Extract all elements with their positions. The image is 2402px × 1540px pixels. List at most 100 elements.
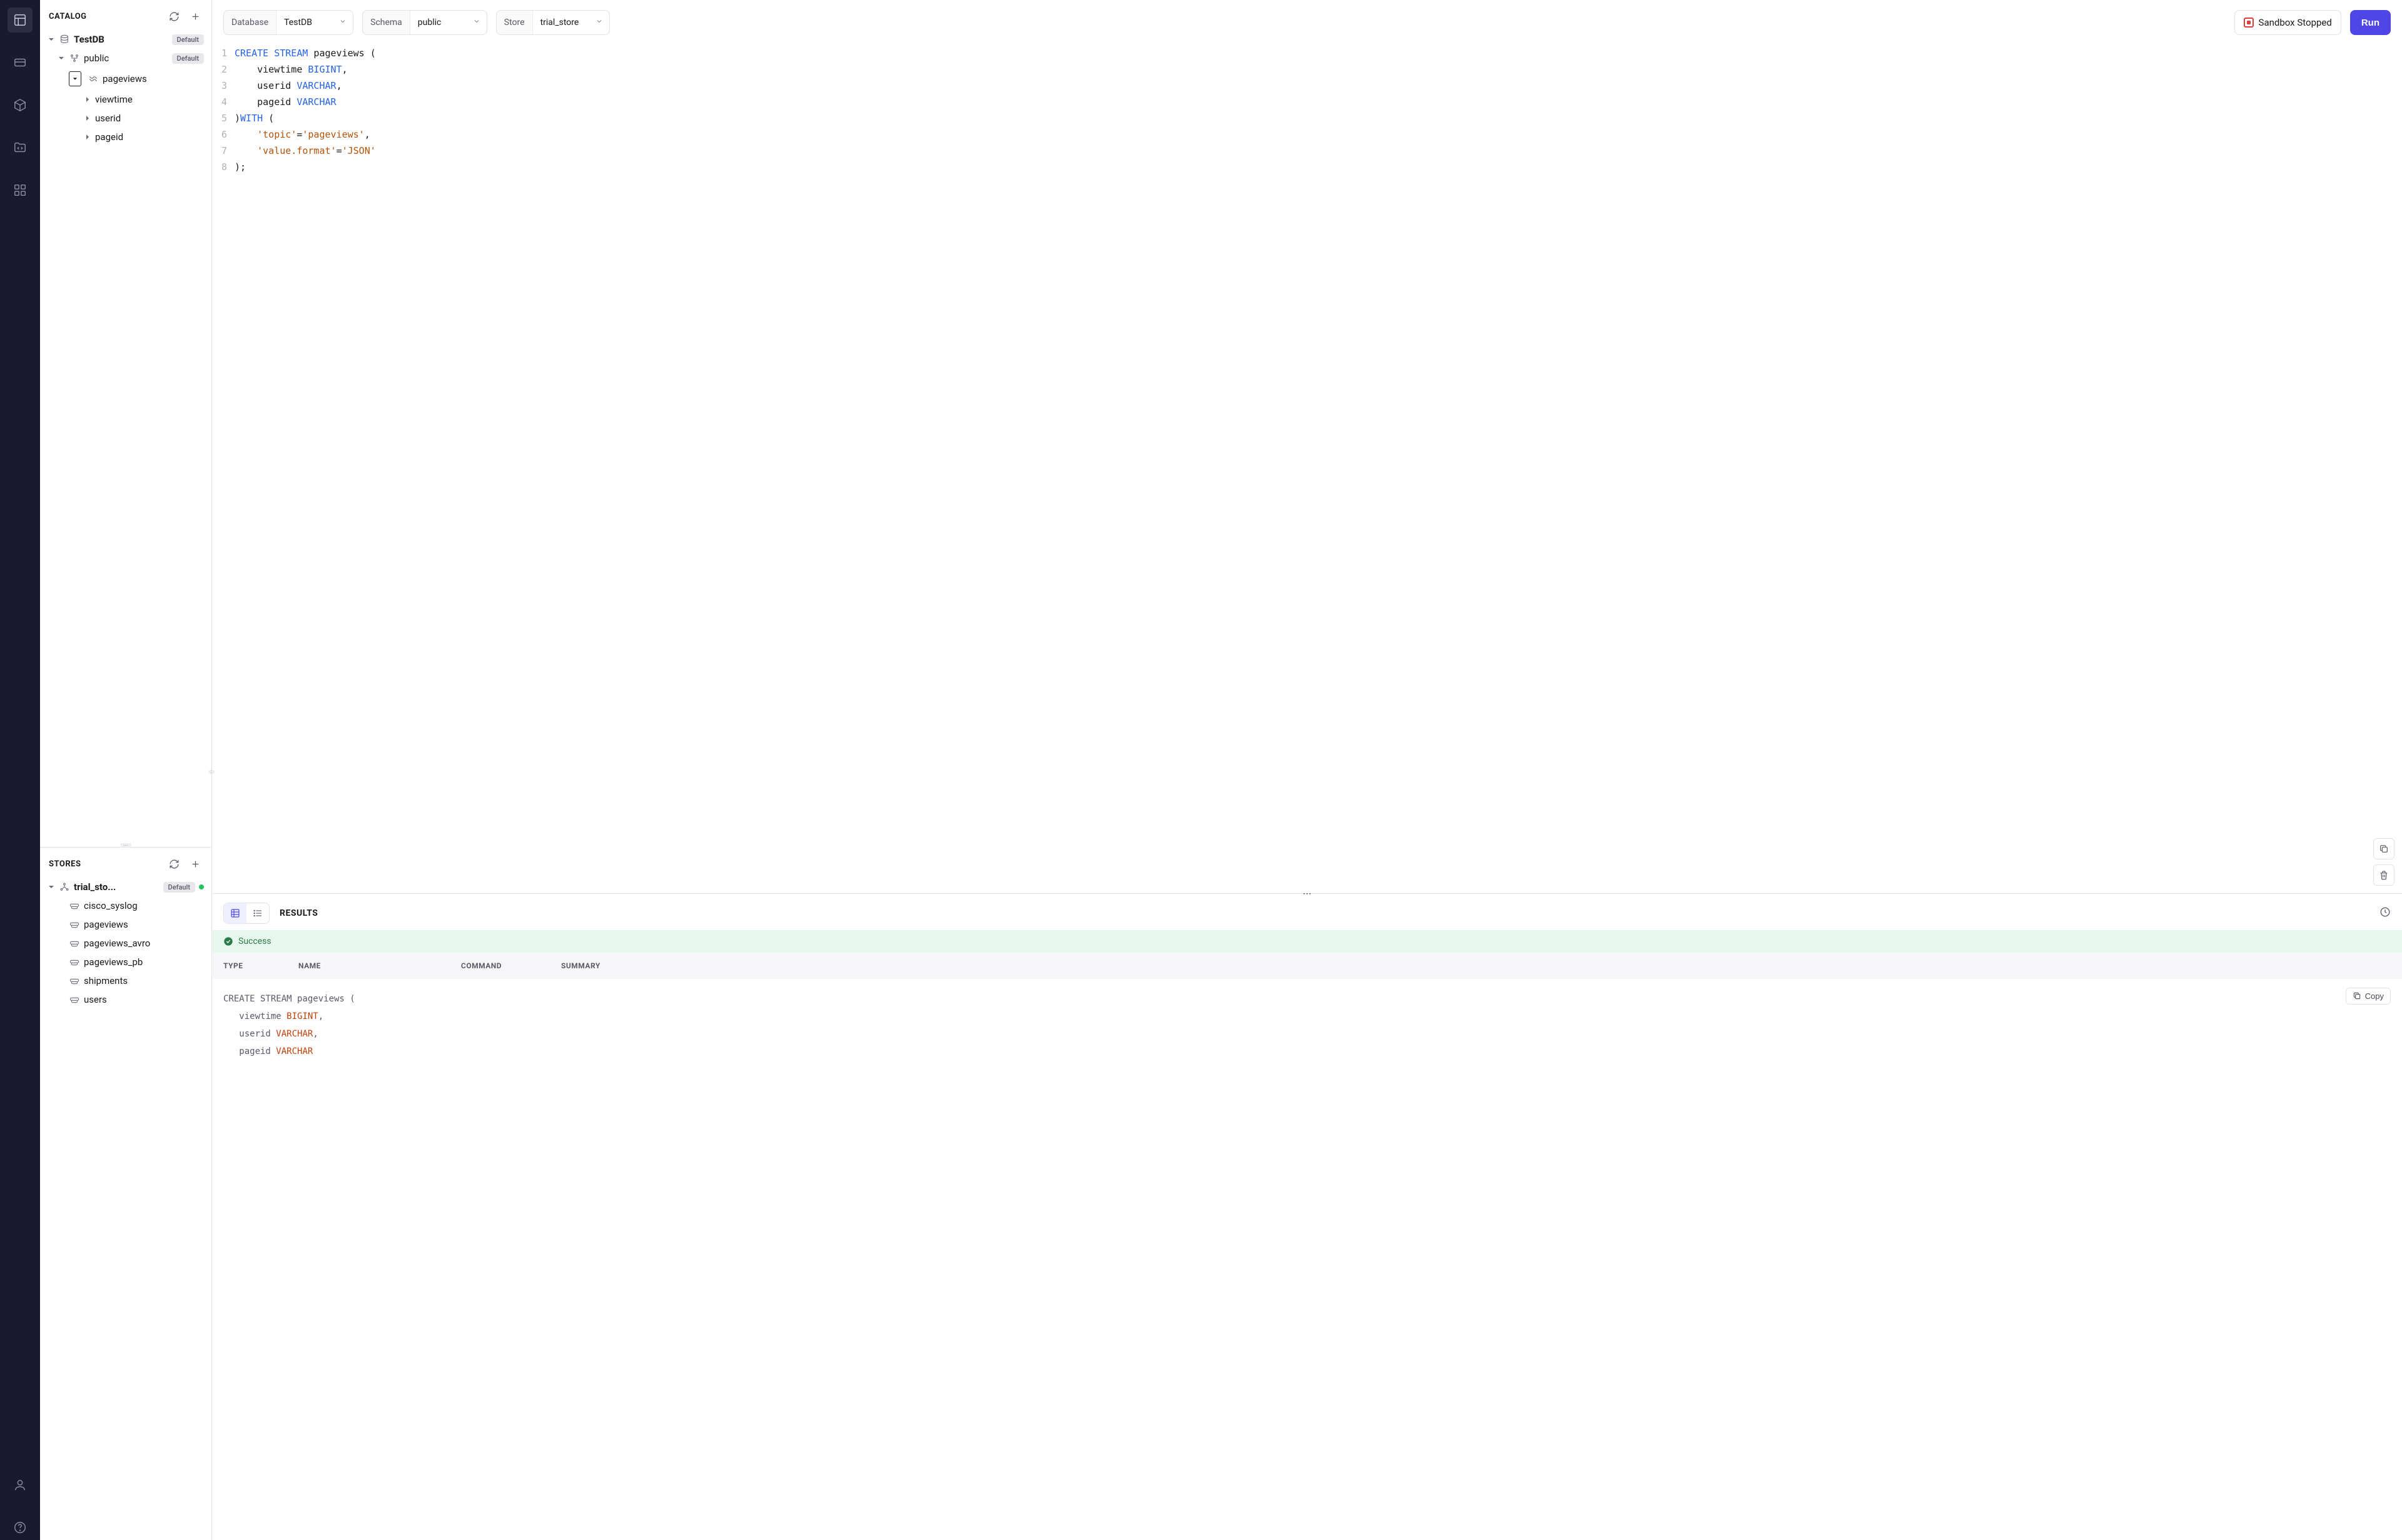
stream-name: pageviews xyxy=(103,73,147,84)
topic-icon xyxy=(69,975,80,986)
catalog-refresh-icon[interactable] xyxy=(166,9,181,24)
toolbar: Database TestDB Schema public Store tria… xyxy=(212,0,2402,43)
main-area: Database TestDB Schema public Store tria… xyxy=(212,0,2402,1540)
store-selector[interactable]: Store trial_store xyxy=(496,10,610,35)
tree-topic[interactable]: users xyxy=(44,990,208,1009)
table-view-icon[interactable] xyxy=(224,903,246,923)
topic-name: cisco_syslog xyxy=(84,900,138,911)
selector-label: Store xyxy=(497,11,533,34)
column-name: pageid xyxy=(95,131,123,143)
catalog-add-icon[interactable] xyxy=(188,9,203,24)
col-command: COMMAND xyxy=(461,961,536,970)
catalog-panel: CATALOG TestDB Default public Defau xyxy=(40,0,211,847)
topic-name: shipments xyxy=(84,975,128,986)
tree-column[interactable]: userid xyxy=(44,109,208,128)
chevron-down-icon xyxy=(48,883,55,891)
schema-icon xyxy=(69,53,80,64)
nav-help-icon[interactable] xyxy=(8,1515,33,1540)
selector-label: Database xyxy=(224,11,276,34)
tree-stream[interactable]: pageviews xyxy=(44,68,208,90)
schema-name: public xyxy=(84,53,109,64)
results-title: RESULTS xyxy=(280,908,318,918)
editor[interactable]: 12345678 CREATE STREAM pageviews ( viewt… xyxy=(212,43,2402,893)
col-type: TYPE xyxy=(223,961,273,970)
chevron-down-icon xyxy=(467,18,487,28)
results-panel: ⋯ RESULTS Success TYPE NAME COMMAND SUMM… xyxy=(212,893,2402,1540)
copy-icon xyxy=(2353,991,2361,1000)
default-badge: Default xyxy=(163,882,195,893)
nav-user-icon[interactable] xyxy=(8,1472,33,1497)
stream-icon xyxy=(88,73,99,84)
tree-topic[interactable]: cisco_syslog xyxy=(44,896,208,915)
store-name: trial_sto... xyxy=(74,881,116,893)
nav-apps-icon[interactable] xyxy=(8,178,33,203)
default-badge: Default xyxy=(172,34,204,45)
tree-column[interactable]: viewtime xyxy=(44,90,208,109)
topic-name: pageviews xyxy=(84,919,128,930)
tree-database[interactable]: TestDB Default xyxy=(44,30,208,49)
topic-icon xyxy=(69,900,80,911)
col-summary: SUMMARY xyxy=(561,961,2391,970)
col-name: NAME xyxy=(298,961,436,970)
database-selector[interactable]: Database TestDB xyxy=(223,10,353,35)
line-gutter: 12345678 xyxy=(212,45,235,891)
schema-selector[interactable]: Schema public xyxy=(362,10,487,35)
stop-icon xyxy=(2244,18,2254,28)
topic-icon xyxy=(69,938,80,949)
tree-column[interactable]: pageid xyxy=(44,128,208,146)
topic-name: pageviews_pb xyxy=(84,956,143,968)
code-content[interactable]: CREATE STREAM pageviews ( viewtime BIGIN… xyxy=(235,45,2402,891)
chevron-right-icon xyxy=(84,114,91,122)
sandbox-status[interactable]: Sandbox Stopped xyxy=(2234,10,2341,35)
stores-refresh-icon[interactable] xyxy=(166,856,181,871)
results-view-toggle xyxy=(223,903,270,924)
selector-label: Schema xyxy=(363,11,410,34)
stores-add-icon[interactable] xyxy=(188,856,203,871)
database-icon xyxy=(59,34,70,45)
history-icon[interactable] xyxy=(2379,906,2391,920)
selector-value: trial_store xyxy=(533,18,589,28)
chevron-right-icon xyxy=(84,133,91,141)
results-table-header: TYPE NAME COMMAND SUMMARY xyxy=(212,953,2402,979)
nav-cube-icon[interactable] xyxy=(8,93,33,118)
sidebar-main-splitter[interactable]: ⋮ xyxy=(208,770,215,774)
catalog-title: CATALOG xyxy=(49,12,166,21)
chevron-down-icon xyxy=(58,54,65,62)
topic-name: users xyxy=(84,994,107,1005)
nav-code-folder-icon[interactable] xyxy=(8,135,33,160)
result-code: CREATE STREAM pageviews ( viewtime BIGIN… xyxy=(223,990,2391,1060)
store-icon xyxy=(59,881,70,893)
success-text: Success xyxy=(238,936,271,946)
run-button[interactable]: Run xyxy=(2350,10,2391,35)
check-circle-icon xyxy=(223,936,233,946)
stores-title: STORES xyxy=(49,859,166,869)
status-dot-icon xyxy=(199,884,204,889)
sidebar: CATALOG TestDB Default public Defau xyxy=(40,0,212,1540)
result-body: Copy CREATE STREAM pageviews ( viewtime … xyxy=(212,979,2402,1540)
tree-store[interactable]: trial_sto... Default xyxy=(44,878,208,896)
chevron-down-icon xyxy=(48,36,55,43)
tree-topic[interactable]: shipments xyxy=(44,971,208,990)
list-view-icon[interactable] xyxy=(246,903,269,923)
topic-icon xyxy=(69,956,80,968)
stores-panel: STORES trial_sto... Default cisco_syslog… xyxy=(40,847,211,1540)
chevron-down-icon xyxy=(333,18,353,28)
status-text: Sandbox Stopped xyxy=(2259,17,2332,28)
copy-editor-icon[interactable] xyxy=(2373,838,2394,859)
tree-topic[interactable]: pageviews xyxy=(44,915,208,934)
chevron-right-icon xyxy=(84,96,91,103)
copy-result-button[interactable]: Copy xyxy=(2346,988,2391,1005)
column-name: viewtime xyxy=(95,94,133,105)
topic-icon xyxy=(69,919,80,930)
default-badge: Default xyxy=(172,53,204,64)
database-name: TestDB xyxy=(74,34,104,45)
tree-topic[interactable]: pageviews_pb xyxy=(44,953,208,971)
nav-card-icon[interactable] xyxy=(8,50,33,75)
tree-topic[interactable]: pageviews_avro xyxy=(44,934,208,953)
editor-results-splitter[interactable]: ⋯ xyxy=(212,891,2402,896)
clear-editor-icon[interactable] xyxy=(2373,864,2394,886)
nav-workspace-icon[interactable] xyxy=(8,8,33,33)
tree-schema[interactable]: public Default xyxy=(44,49,208,68)
success-banner: Success xyxy=(212,930,2402,953)
chevron-down-icon[interactable] xyxy=(69,71,81,86)
